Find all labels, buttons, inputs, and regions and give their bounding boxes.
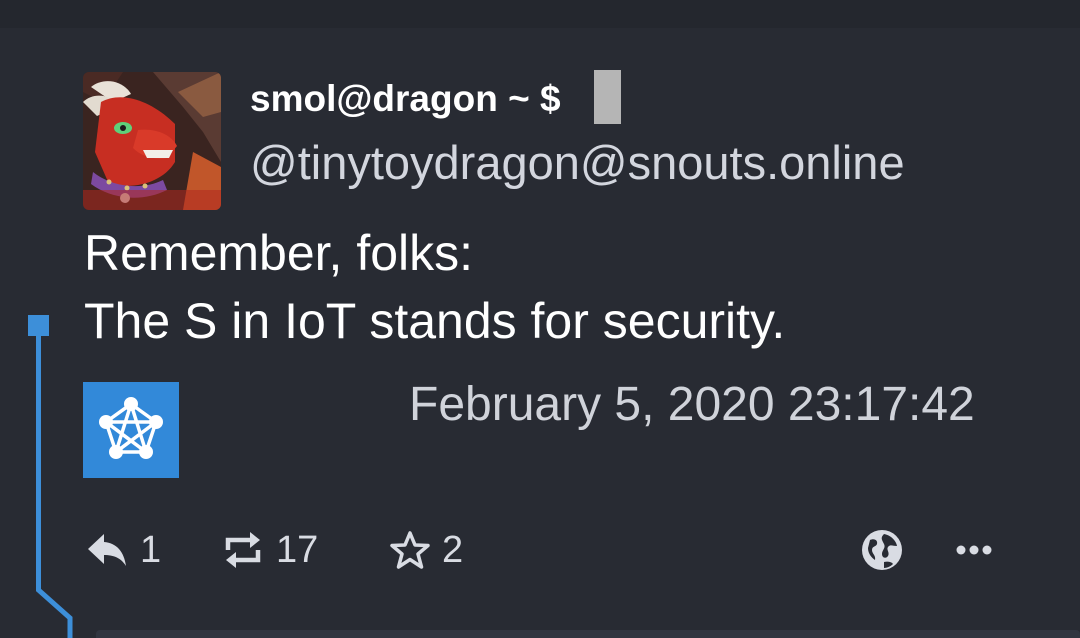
- reply-icon: [88, 534, 126, 566]
- ellipsis-icon: [956, 545, 992, 555]
- avatar[interactable]: [83, 72, 221, 210]
- status-content-line: Remember, folks:: [84, 225, 474, 281]
- reply-button[interactable]: 1: [88, 526, 161, 574]
- favourite-button[interactable]: 2: [390, 526, 463, 574]
- visibility-button[interactable]: [860, 526, 904, 574]
- dragon-avatar-icon: [83, 72, 221, 210]
- application-icon[interactable]: [83, 382, 179, 478]
- reply-count: 1: [140, 528, 162, 571]
- top-divider: [0, 0, 1080, 28]
- boost-button[interactable]: 17: [222, 526, 318, 574]
- boost-count: 17: [276, 528, 319, 571]
- more-options-button[interactable]: [956, 526, 992, 574]
- status-content-line: The S in IoT stands for security.: [84, 293, 786, 349]
- status-timestamp[interactable]: February 5, 2020 23:17:42: [409, 377, 975, 432]
- display-name[interactable]: smol@dragon ~ $: [250, 78, 561, 120]
- star-icon: [390, 531, 430, 569]
- next-status-card: [96, 630, 1080, 638]
- account-handle[interactable]: @tinytoydragon@snouts.online: [250, 135, 905, 190]
- globe-icon: [862, 530, 902, 570]
- status-view: smol@dragon ~ $ @tinytoydragon@snouts.on…: [0, 0, 1080, 638]
- favourite-count: 2: [442, 528, 464, 571]
- terminal-cursor-glyph: [594, 70, 621, 124]
- boost-icon: [225, 532, 261, 568]
- fediverse-pentagram-icon: [99, 397, 163, 459]
